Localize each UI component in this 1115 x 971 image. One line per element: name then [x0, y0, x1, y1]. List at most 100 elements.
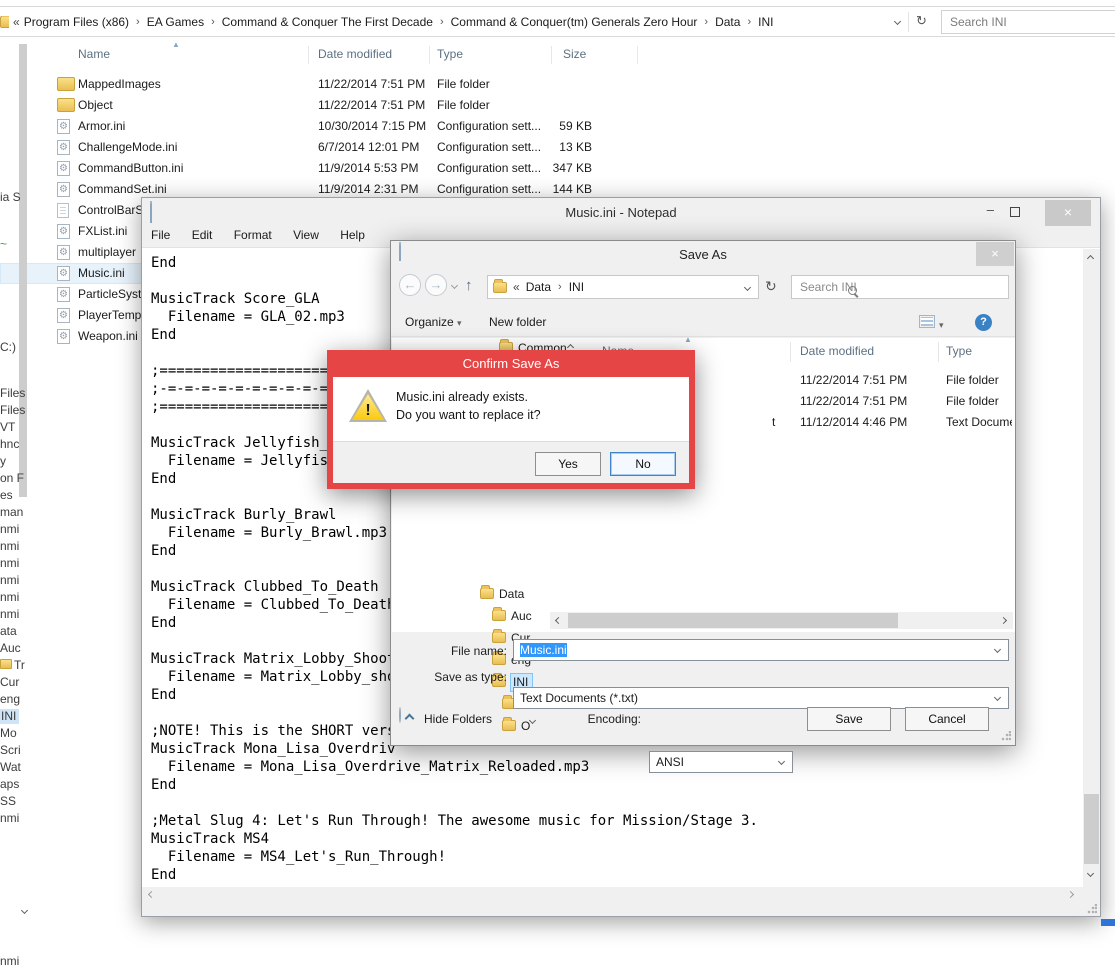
nav-tree-item[interactable]: INI	[0, 709, 25, 726]
breadcrumb-segment[interactable]: Program Files (x86)	[24, 15, 129, 29]
menu-format[interactable]: Format	[234, 228, 272, 242]
divider[interactable]	[308, 46, 309, 64]
breadcrumb-segment[interactable]: INI	[569, 280, 584, 294]
breadcrumb-segment[interactable]: INI	[758, 15, 773, 29]
notepad-horizontal-scrollbar[interactable]	[142, 887, 1083, 903]
save-as-horizontal-scrollbar[interactable]	[550, 612, 1013, 629]
column-header-type[interactable]: Type	[437, 47, 463, 61]
nav-tree-item[interactable]: SS	[0, 794, 25, 811]
column-header-date[interactable]: Date modified	[318, 47, 392, 61]
divider[interactable]	[938, 342, 939, 362]
file-row[interactable]: CommandButton.ini 11/9/2014 5:53 PM Conf…	[0, 158, 700, 179]
divider[interactable]	[429, 46, 430, 64]
column-header-name[interactable]: Name	[78, 47, 110, 61]
nav-tree-item[interactable]: on F	[0, 471, 25, 488]
save-type-select[interactable]: Text Documents (*.txt)	[513, 687, 1009, 709]
breadcrumb-segment[interactable]: Command & Conquer(tm) Generals Zero Hour	[451, 15, 698, 29]
nav-tree-item[interactable]: nmi	[0, 811, 25, 828]
column-header-size[interactable]: Size	[563, 47, 586, 61]
breadcrumb[interactable]: « Program Files (x86)› EA Games› Command…	[13, 15, 773, 29]
minimize-button[interactable]: –	[987, 202, 994, 217]
file-name-input[interactable]: Music.ini	[513, 639, 1009, 661]
scroll-down-icon[interactable]	[1087, 870, 1094, 877]
no-button[interactable]: No	[610, 452, 676, 476]
hide-folders-button[interactable]: Hide Folders	[399, 707, 401, 731]
menu-file[interactable]: File	[151, 228, 170, 242]
tree-item[interactable]: O	[502, 719, 530, 737]
breadcrumb-segment[interactable]: Data	[526, 280, 551, 294]
nav-tree-item[interactable]: Files	[0, 386, 25, 403]
address-dropdown-icon[interactable]	[744, 284, 751, 291]
close-button[interactable]: ×	[976, 242, 1014, 266]
save-button[interactable]: Save	[807, 707, 891, 731]
nav-tree-item[interactable]: nmi	[0, 556, 25, 573]
breadcrumb-segment[interactable]: Command & Conquer The First Decade	[222, 15, 433, 29]
nav-tree-item[interactable]: Auc	[0, 641, 25, 658]
tree-item[interactable]: Auc	[492, 609, 532, 627]
save-as-address-bar[interactable]: « Data › INI	[487, 275, 759, 299]
nav-tree-item[interactable]: nmi	[0, 954, 1115, 971]
divider[interactable]	[637, 46, 638, 64]
help-icon[interactable]: ?	[975, 314, 992, 331]
nav-tree-item[interactable]: nmi	[0, 607, 25, 624]
scroll-left-icon[interactable]	[148, 891, 155, 898]
nav-tree-item[interactable]: Files	[0, 403, 25, 420]
resize-grip[interactable]	[1087, 904, 1097, 914]
file-row[interactable]: Armor.ini 10/30/2014 7:15 PM Configurati…	[0, 116, 700, 137]
chevron-down-icon[interactable]: ▾	[939, 320, 944, 331]
yes-button[interactable]: Yes	[535, 452, 601, 476]
nav-tree-item[interactable]: VT	[0, 420, 25, 437]
close-button[interactable]: ×	[1045, 200, 1091, 226]
nav-tree-item[interactable]: nmi	[0, 522, 25, 539]
nav-tree-item[interactable]: Mo	[0, 726, 25, 743]
search-input[interactable]: Search INI	[941, 10, 1115, 34]
nav-tree-item[interactable]: nmi	[0, 573, 25, 590]
refresh-icon[interactable]: ↻	[916, 13, 927, 29]
nav-tree-item[interactable]: man	[0, 505, 25, 522]
scroll-right-icon[interactable]	[1000, 617, 1007, 624]
forward-button[interactable]: →	[425, 274, 447, 296]
file-row[interactable]: Object 11/22/2014 7:51 PM File folder	[0, 95, 700, 116]
search-input[interactable]: Search INI	[791, 275, 1009, 299]
nav-tree-item[interactable]: Cur	[0, 675, 25, 692]
nav-tree-item[interactable]: Wat	[0, 760, 25, 777]
scroll-down-icon[interactable]	[21, 907, 28, 914]
chevron-down-icon[interactable]	[994, 646, 1001, 653]
maximize-button[interactable]	[1010, 207, 1020, 217]
cancel-button[interactable]: Cancel	[905, 707, 989, 731]
file-row[interactable]: ChallengeMode.ini 6/7/2014 12:01 PM Conf…	[0, 137, 700, 158]
column-header-date[interactable]: Date modified	[800, 344, 874, 358]
file-row[interactable]: MappedImages 11/22/2014 7:51 PM File fol…	[0, 74, 700, 95]
menu-view[interactable]: View	[293, 228, 319, 242]
breadcrumb-collapse[interactable]: «	[13, 15, 20, 29]
up-button[interactable]: ↑	[465, 277, 473, 294]
nav-tree-item[interactable]: eng	[0, 692, 25, 709]
refresh-icon[interactable]: ↻	[765, 278, 777, 295]
nav-tree-item[interactable]: hnc	[0, 437, 25, 454]
organize-button[interactable]: Organize ▾	[405, 315, 462, 329]
breadcrumb-collapse[interactable]: «	[513, 280, 520, 294]
column-header-type[interactable]: Type	[946, 344, 972, 358]
nav-tree-item[interactable]: ata	[0, 624, 25, 641]
breadcrumb-segment[interactable]: Data	[715, 15, 740, 29]
breadcrumb-segment[interactable]: EA Games	[147, 15, 204, 29]
address-dropdown-icon[interactable]	[894, 18, 901, 25]
nav-tree-item[interactable]: nmi	[0, 590, 25, 607]
nav-tree-item[interactable]: aps	[0, 777, 25, 794]
nav-tree-item[interactable]: y	[0, 454, 25, 471]
nav-tree-item[interactable]: nmi	[0, 539, 25, 556]
nav-tree-item[interactable]: es	[0, 488, 25, 505]
chevron-down-icon[interactable]	[778, 758, 785, 765]
tree-item[interactable]: Data	[480, 587, 524, 605]
scroll-left-icon[interactable]	[555, 617, 562, 624]
history-dropdown-icon[interactable]	[451, 282, 458, 289]
scrollbar-thumb[interactable]	[1084, 794, 1099, 864]
nav-tree-item[interactable]: Scri	[0, 743, 25, 760]
menu-help[interactable]: Help	[340, 228, 365, 242]
back-button[interactable]: ←	[399, 274, 421, 296]
new-folder-button[interactable]: New folder	[489, 315, 546, 329]
divider[interactable]	[790, 342, 791, 362]
chevron-down-icon[interactable]	[994, 694, 1001, 701]
notepad-vertical-scrollbar[interactable]	[1083, 249, 1100, 887]
view-list-icon[interactable]	[919, 315, 935, 328]
